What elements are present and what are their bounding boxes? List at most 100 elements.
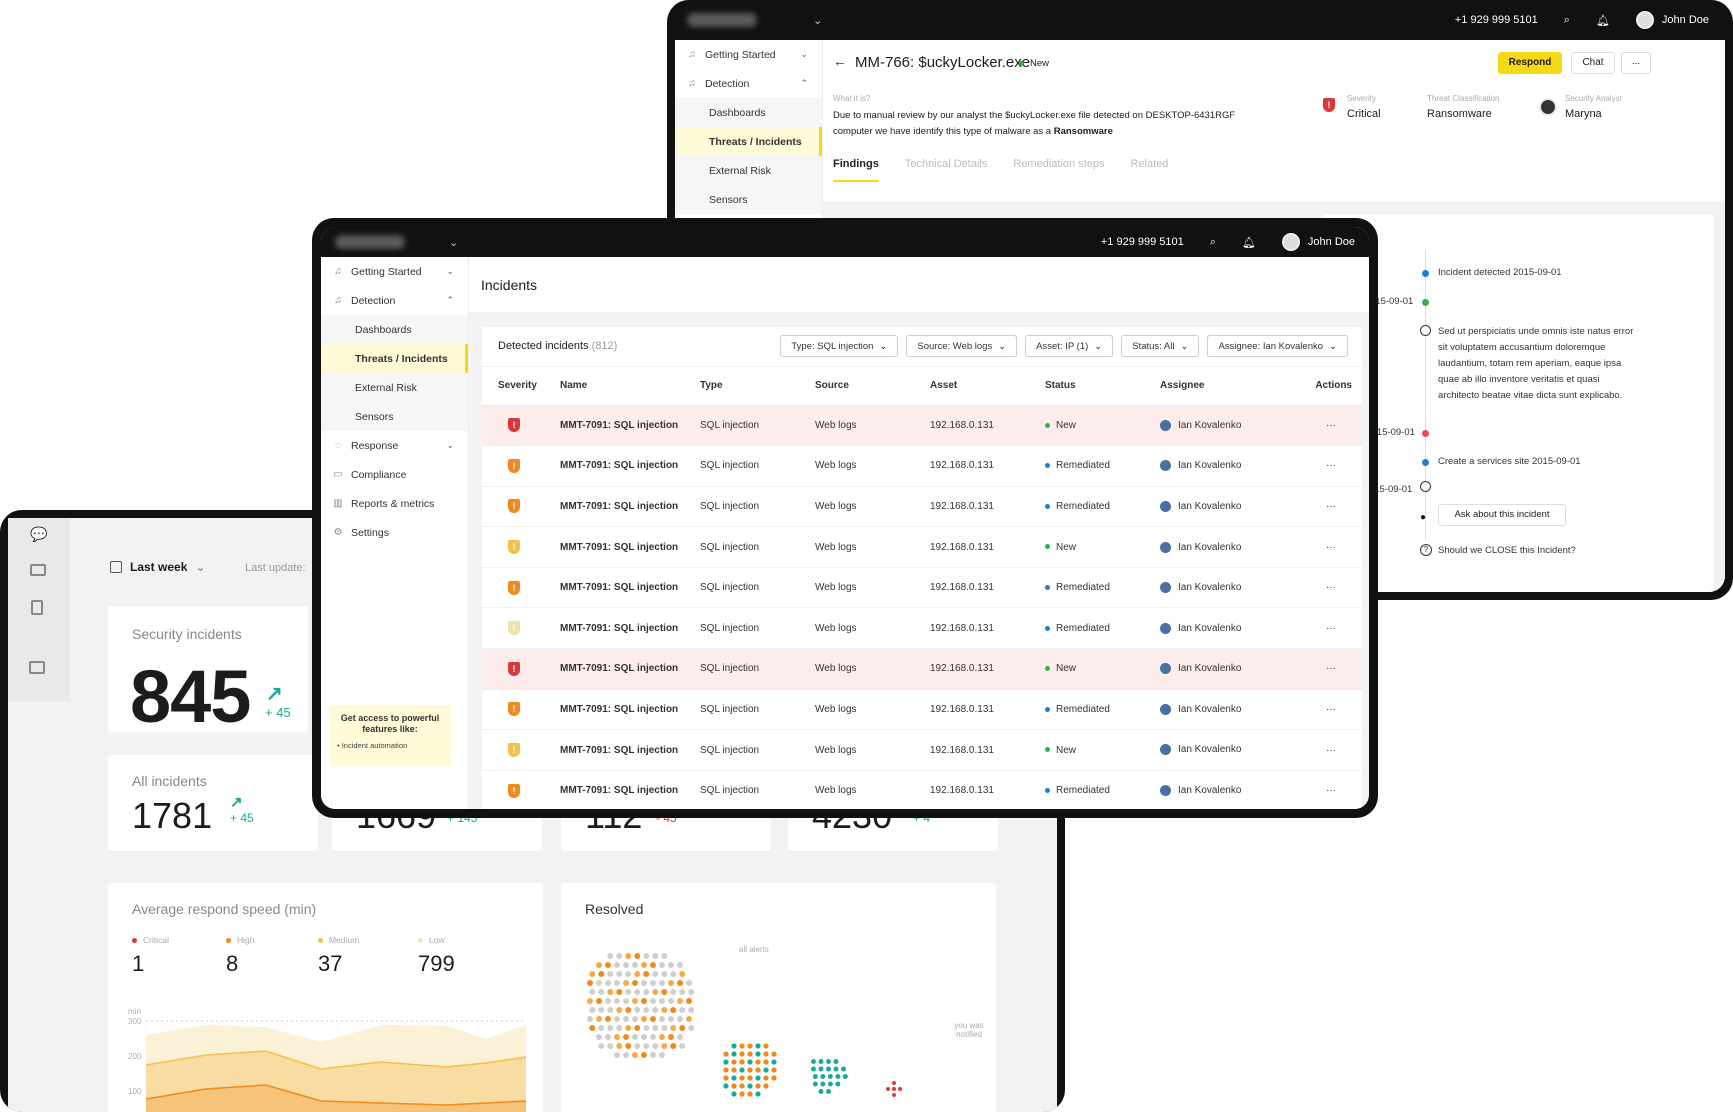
column-name[interactable]: Name: [544, 367, 684, 406]
activity-icon[interactable]: [29, 661, 45, 674]
bubble-dot: [755, 1051, 761, 1057]
bell-icon[interactable]: 🔔︎: [1242, 236, 1256, 249]
respond-button[interactable]: Respond: [1498, 52, 1562, 74]
column-actions[interactable]: Actions: [1284, 367, 1362, 406]
actions-menu-icon[interactable]: ···: [1284, 405, 1362, 447]
actions-menu-icon[interactable]: ···: [1284, 729, 1362, 771]
chat-button[interactable]: Chat: [1571, 52, 1615, 74]
sidebar-item-sensors[interactable]: Sensors: [675, 185, 822, 214]
actions-menu-icon[interactable]: ···: [1284, 567, 1362, 609]
sidebar-item-getting-started[interactable]: ♫ Getting Started ⌄: [321, 257, 468, 286]
incident-name-link[interactable]: MMT-7091: SQL injection: [544, 405, 684, 447]
incident-name-link[interactable]: MMT-7091: SQL injection: [544, 770, 684, 809]
incident-name-link[interactable]: MMT-7091: SQL injection: [544, 689, 684, 731]
tab-technical-details[interactable]: Technical Details: [905, 158, 988, 182]
search-icon[interactable]: ⌕: [1210, 236, 1216, 249]
bubble-dot: [827, 1074, 833, 1079]
incident-name-link[interactable]: MMT-7091: SQL injection: [544, 445, 684, 487]
period-selector[interactable]: Last week ⌄: [110, 560, 205, 574]
column-status[interactable]: Status: [1029, 367, 1144, 406]
filter-status[interactable]: Status: All ⌄: [1121, 335, 1200, 357]
column-assignee[interactable]: Assignee: [1144, 367, 1284, 406]
table-row[interactable]: ! MMT-7091: SQL injection SQL injection Web…: [482, 526, 1362, 568]
sidebar-item-getting-started[interactable]: ♫ Getting Started ⌄: [675, 40, 822, 69]
column-source[interactable]: Source: [799, 367, 914, 406]
filter-asset[interactable]: Asset: IP (1) ⌄: [1025, 335, 1114, 357]
chevron-down-icon[interactable]: ⌄: [813, 14, 822, 27]
search-document-icon[interactable]: [31, 600, 43, 615]
ask-button[interactable]: Ask about this incident: [1438, 504, 1566, 526]
table-row[interactable]: ! MMT-7091: SQL injection SQL injection Web…: [482, 607, 1362, 650]
promo-box[interactable]: Get access to powerful features like: • …: [329, 705, 451, 765]
actions-menu-icon[interactable]: ···: [1284, 689, 1362, 731]
back-arrow-icon[interactable]: ←: [833, 53, 847, 69]
actions-menu-icon[interactable]: ···: [1284, 607, 1362, 650]
actions-menu-icon[interactable]: ···: [1284, 445, 1362, 487]
sidebar-item-dashboards[interactable]: Dashboards: [321, 315, 468, 344]
user-menu[interactable]: John Doe: [1635, 11, 1709, 29]
sidebar-item-external-risk[interactable]: External Risk: [321, 373, 468, 402]
table-row[interactable]: ! MMT-7091: SQL injection SQL injection Web…: [482, 405, 1362, 447]
sidebar-item-reports[interactable]: ▥ Reports & metrics: [321, 489, 468, 518]
status-label: New: [1056, 744, 1077, 756]
filter-type[interactable]: Type: SQL injection ⌄: [780, 335, 899, 357]
filter-source[interactable]: Source: Web logs ⌄: [906, 335, 1018, 357]
actions-menu-icon[interactable]: ···: [1284, 770, 1362, 809]
table-row[interactable]: ! MMT-7091: SQL injection SQL injection Web…: [482, 445, 1362, 487]
table-row[interactable]: ! MMT-7091: SQL injection SQL injection Web…: [482, 648, 1362, 690]
sidebar-item-dashboards[interactable]: Dashboards: [675, 98, 822, 127]
phone-number: +1 929 999 5101: [1100, 236, 1184, 248]
incident-name-link[interactable]: MMT-7091: SQL injection: [544, 729, 684, 771]
bubble-dot: [652, 989, 659, 995]
table-row[interactable]: ! MMT-7091: SQL injection SQL injection Web…: [482, 567, 1362, 609]
tab-related[interactable]: Related: [1130, 158, 1168, 182]
bubble-dot: [616, 1007, 623, 1013]
column-asset[interactable]: Asset: [914, 367, 1029, 406]
search-icon[interactable]: ⌕: [1564, 14, 1570, 27]
sidebar-item-response[interactable]: ◌ Response ⌄: [321, 431, 468, 460]
incident-name-link[interactable]: MMT-7091: SQL injection: [544, 486, 684, 528]
sidebar-item-threats[interactable]: Threats / Incidents: [321, 344, 468, 373]
bubble-dot: [747, 1067, 753, 1073]
table-row[interactable]: ! MMT-7091: SQL injection SQL injection Web…: [482, 486, 1362, 528]
actions-menu-icon[interactable]: ···: [1284, 648, 1362, 690]
hierarchy-icon[interactable]: [30, 564, 46, 576]
bell-icon[interactable]: 🔔︎: [1596, 14, 1610, 27]
table-row[interactable]: ! MMT-7091: SQL injection SQL injection Web…: [482, 689, 1362, 731]
column-type[interactable]: Type: [684, 367, 799, 406]
bubble-dot: [771, 1067, 777, 1073]
incident-name-link[interactable]: MMT-7091: SQL injection: [544, 567, 684, 609]
sidebar-item-sensors[interactable]: Sensors: [321, 402, 468, 431]
sidebar-item-detection[interactable]: ♫ Detection ⌃: [321, 286, 468, 315]
tab-remediation-steps[interactable]: Remediation steps: [1013, 158, 1104, 182]
chat-icon[interactable]: 💬: [30, 526, 47, 543]
timeline-event: Create a services site 2015-09-01: [1438, 456, 1581, 467]
column-severity[interactable]: Severity: [482, 367, 544, 406]
table-row[interactable]: ! MMT-7091: SQL injection SQL injection Web…: [482, 770, 1362, 809]
actions-menu-icon[interactable]: ···: [1284, 486, 1362, 528]
tab-findings[interactable]: Findings: [833, 158, 879, 182]
table-row[interactable]: ! MMT-7091: SQL injection SQL injection Web…: [482, 729, 1362, 771]
actions-menu-icon[interactable]: ···: [1284, 526, 1362, 568]
sidebar-item-settings[interactable]: ⚙ Settings: [321, 518, 468, 547]
sidebar-item-compliance[interactable]: ▭ Compliance: [321, 460, 468, 489]
bubble-dot: [818, 1066, 824, 1072]
severity-shield-icon: !: [508, 621, 520, 636]
incident-name-link[interactable]: MMT-7091: SQL injection: [544, 648, 684, 690]
more-button[interactable]: ...: [1621, 52, 1651, 74]
user-menu[interactable]: John Doe: [1281, 233, 1355, 251]
chevron-down-icon[interactable]: ⌄: [449, 236, 458, 249]
bubble-dot: [632, 1052, 638, 1058]
assignee-cell: Ian Kovalenko: [1144, 770, 1284, 809]
asset-cell: 192.168.0.131: [914, 770, 1029, 809]
sidebar-item-detection[interactable]: ♫ Detection ⌃: [675, 69, 822, 98]
assignee-cell: Ian Kovalenko: [1144, 445, 1284, 487]
incident-name-link[interactable]: MMT-7091: SQL injection: [544, 607, 684, 650]
sidebar-item-threats[interactable]: Threats / Incidents: [675, 127, 822, 156]
legend-label: High: [237, 935, 255, 945]
filter-assignee[interactable]: Assignee: Ian Kovalenko ⌄: [1207, 335, 1348, 357]
incident-name-link[interactable]: MMT-7091: SQL injection: [544, 526, 684, 568]
sidebar-item-external-risk[interactable]: External Risk: [675, 156, 822, 185]
bubble-dot: [616, 1025, 623, 1031]
source-cell: Web logs: [799, 607, 914, 650]
